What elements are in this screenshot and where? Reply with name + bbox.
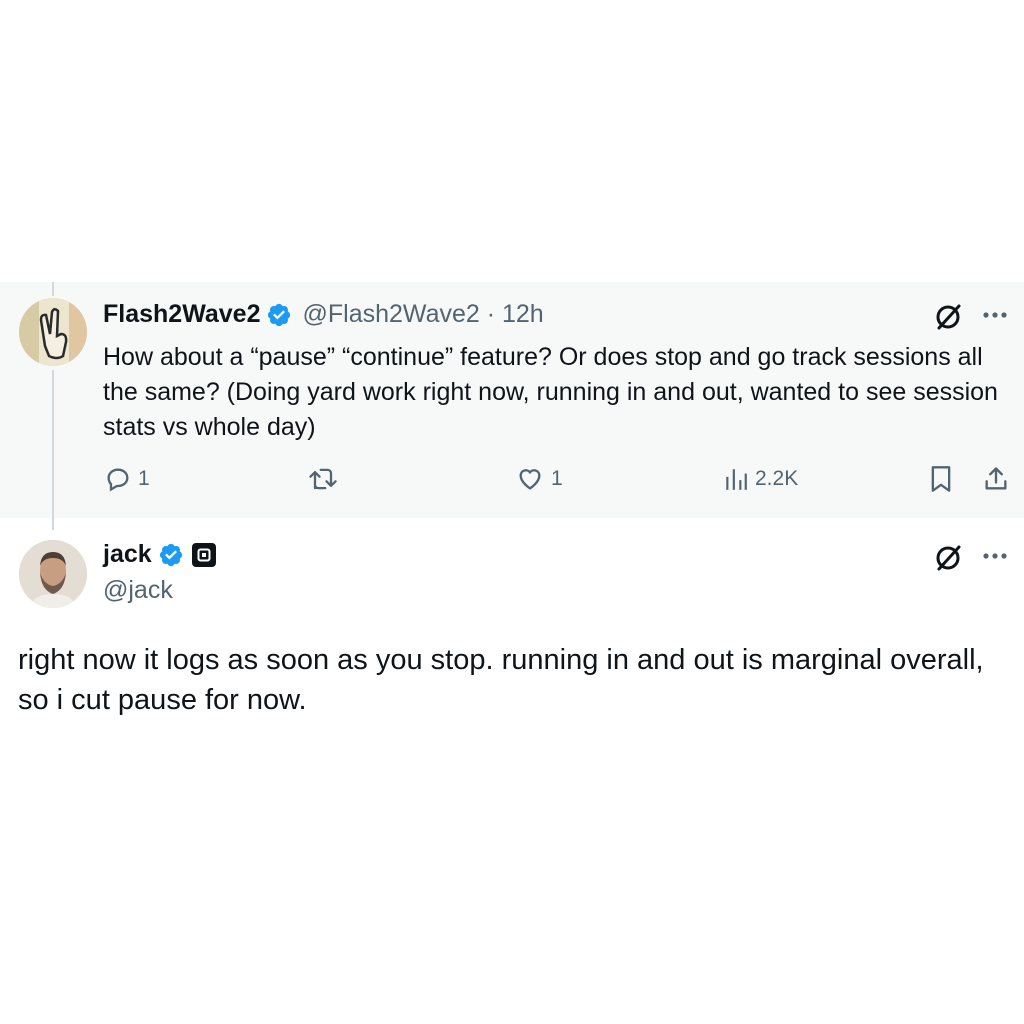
reply-button[interactable]: 1 xyxy=(104,465,150,493)
grok-icon[interactable] xyxy=(933,543,963,573)
view-count: 2.2K xyxy=(755,467,799,490)
display-name[interactable]: Flash2Wave2 xyxy=(103,300,260,329)
retweet-button[interactable] xyxy=(307,465,339,493)
handle-and-time[interactable]: @Flash2Wave2 · 12h xyxy=(302,300,543,329)
bookmark-icon xyxy=(931,466,951,492)
views-icon xyxy=(726,469,747,490)
reply-tweet-text: How about a “pause” “continue” feature? … xyxy=(103,343,998,441)
main-tweet-handle-row: @jack xyxy=(103,576,173,605)
handle[interactable]: @jack xyxy=(103,576,173,605)
thread-line-top xyxy=(52,282,54,296)
action-bar: 1 1 2.2K xyxy=(0,463,1024,503)
more-icon[interactable] xyxy=(982,552,1008,560)
retweet-icon xyxy=(309,468,337,490)
reply-tweet-header: Flash2Wave2 @Flash2Wave2 · 12h xyxy=(103,300,544,329)
more-icon[interactable] xyxy=(982,311,1008,319)
verified-icon xyxy=(268,303,291,326)
square-badge-icon[interactable] xyxy=(191,542,216,567)
avatar[interactable] xyxy=(19,298,87,366)
views-button[interactable]: 2.2K xyxy=(723,465,798,493)
reply-count: 1 xyxy=(138,467,150,490)
grok-icon[interactable] xyxy=(933,302,963,332)
like-count: 1 xyxy=(551,467,563,490)
share-button[interactable] xyxy=(982,465,1010,493)
main-tweet-text: right now it logs as soon as you stop. r… xyxy=(18,644,984,716)
thread-line xyxy=(52,370,54,530)
reply-icon xyxy=(107,468,129,492)
bookmark-button[interactable] xyxy=(929,465,953,493)
like-icon xyxy=(519,469,541,490)
like-button[interactable]: 1 xyxy=(515,465,563,493)
display-name[interactable]: jack xyxy=(103,540,152,569)
verified-icon xyxy=(159,543,182,566)
main-tweet-header: jack xyxy=(103,540,216,569)
share-icon xyxy=(985,467,1007,490)
avatar[interactable] xyxy=(19,540,87,608)
